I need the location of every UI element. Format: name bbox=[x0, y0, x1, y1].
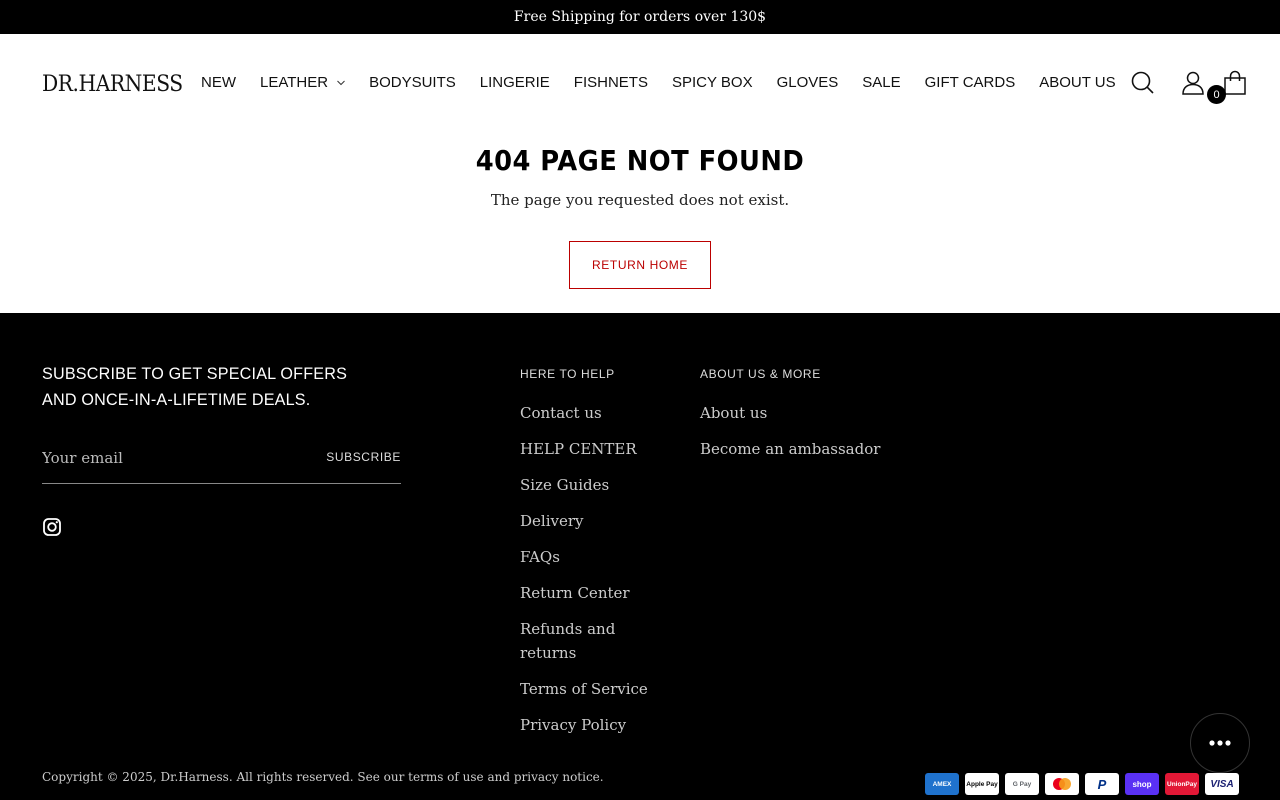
help-heading: HERE TO HELP bbox=[520, 367, 615, 381]
about-links: About us Become an ambassador bbox=[700, 401, 900, 473]
nav-label: ABOUT US bbox=[1039, 74, 1116, 91]
payment-label: P bbox=[1097, 776, 1107, 792]
nav-item-gift-cards[interactable]: GIFT CARDS bbox=[925, 74, 1016, 91]
footer-link-contact-us[interactable]: Contact us bbox=[520, 401, 650, 425]
page-title: 404 PAGE NOT FOUND bbox=[475, 144, 805, 177]
payment-label: G Pay bbox=[1012, 780, 1032, 788]
footer-link-size-guides[interactable]: Size Guides bbox=[520, 473, 650, 497]
payment-label: shop bbox=[1132, 779, 1152, 789]
footer-link-about-us[interactable]: About us bbox=[700, 401, 900, 425]
mastercard-circles bbox=[1053, 778, 1071, 790]
mastercard-icon bbox=[1045, 773, 1079, 795]
logo[interactable]: DR.HARNESS bbox=[42, 72, 183, 97]
nav-item-lingerie[interactable]: LINGERIE bbox=[480, 74, 550, 91]
instagram-icon[interactable] bbox=[42, 517, 62, 537]
nav-label: LINGERIE bbox=[479, 74, 550, 91]
payment-label: Apple Pay bbox=[966, 780, 998, 788]
footer-link-ambassador[interactable]: Become an ambassador bbox=[700, 437, 900, 461]
chevron-down-icon bbox=[337, 80, 345, 85]
nav-label: SPICY BOX bbox=[671, 74, 753, 91]
nav-label: GLOVES bbox=[776, 74, 839, 91]
footer-link-privacy[interactable]: Privacy Policy bbox=[520, 713, 650, 737]
footer-link-terms[interactable]: Terms of Service bbox=[520, 677, 650, 701]
nav-label: NEW bbox=[201, 74, 236, 91]
email-input[interactable] bbox=[42, 443, 302, 473]
payment-icons: AMEX Apple Pay G Pay P shop UnionPay VIS… bbox=[925, 773, 1239, 795]
nav-item-gloves[interactable]: GLOVES bbox=[777, 74, 839, 91]
google-pay-icon: G Pay bbox=[1005, 773, 1039, 795]
visa-icon: VISA bbox=[1205, 773, 1239, 795]
subscribe-button[interactable]: SUBSCRIBE bbox=[326, 450, 401, 464]
footer-link-delivery[interactable]: Delivery bbox=[520, 509, 650, 533]
nav-item-new[interactable]: NEW bbox=[201, 74, 236, 91]
shop-pay-icon: shop bbox=[1125, 773, 1159, 795]
nav-item-spicy-box[interactable]: SPICY BOX bbox=[672, 74, 753, 91]
header-icons bbox=[1130, 70, 1250, 98]
footer-link-faqs[interactable]: FAQs bbox=[520, 545, 650, 569]
about-heading: ABOUT US & MORE bbox=[700, 367, 821, 381]
cart-count-badge: 0 bbox=[1207, 85, 1226, 104]
chat-button[interactable] bbox=[1190, 713, 1250, 773]
nav-item-bodysuits[interactable]: BODYSUITS bbox=[369, 74, 456, 91]
payment-label: AMEX bbox=[932, 780, 952, 788]
search-icon[interactable] bbox=[1130, 70, 1156, 96]
help-links: Contact us HELP CENTER Size Guides Deliv… bbox=[520, 401, 650, 749]
newsletter-form: SUBSCRIBE bbox=[42, 443, 401, 484]
page-subtitle: The page you requested does not exist. bbox=[490, 191, 790, 209]
paypal-icon: P bbox=[1085, 773, 1119, 795]
apple-pay-icon: Apple Pay bbox=[965, 773, 999, 795]
nav-label: FISHNETS bbox=[573, 74, 648, 91]
chat-icon bbox=[1209, 740, 1231, 746]
site-header: DR.HARNESS NEW LEATHER BODYSUITS LINGERI… bbox=[0, 34, 1280, 134]
footer-link-refunds[interactable]: Refunds and returns bbox=[520, 617, 650, 665]
nav-label: BODYSUITS bbox=[369, 74, 456, 91]
payment-label: UnionPay bbox=[1167, 780, 1197, 788]
nav-item-leather[interactable]: LEATHER bbox=[260, 74, 345, 91]
main-nav: NEW LEATHER BODYSUITS LINGERIE FISHNETS … bbox=[201, 74, 1140, 91]
announcement-bar: Free Shipping for orders over 130$ bbox=[0, 0, 1280, 34]
copyright-text: Copyright © 2025, Dr.Harness. All rights… bbox=[42, 770, 604, 784]
footer-link-help-center[interactable]: HELP CENTER bbox=[520, 437, 650, 461]
account-icon[interactable] bbox=[1180, 70, 1206, 96]
nav-label: SALE bbox=[862, 74, 901, 91]
announcement-text: Free Shipping for orders over 130$ bbox=[513, 9, 767, 25]
nav-item-about-us[interactable]: ABOUT US bbox=[1039, 74, 1115, 91]
nav-label: LEATHER bbox=[260, 74, 329, 91]
payment-label: VISA bbox=[1210, 778, 1234, 790]
newsletter-title: SUBSCRIBE TO GET SPECIAL OFFERS AND ONCE… bbox=[42, 364, 348, 409]
nav-item-sale[interactable]: SALE bbox=[862, 74, 900, 91]
amex-icon: AMEX bbox=[925, 773, 959, 795]
nav-label: GIFT CARDS bbox=[924, 74, 1016, 91]
site-footer: SUBSCRIBE TO GET SPECIAL OFFERS AND ONCE… bbox=[0, 313, 1280, 800]
nav-item-fishnets[interactable]: FISHNETS bbox=[574, 74, 648, 91]
footer-link-return-center[interactable]: Return Center bbox=[520, 581, 650, 605]
unionpay-icon: UnionPay bbox=[1165, 773, 1199, 795]
return-home-button[interactable]: RETURN HOME bbox=[569, 241, 711, 289]
